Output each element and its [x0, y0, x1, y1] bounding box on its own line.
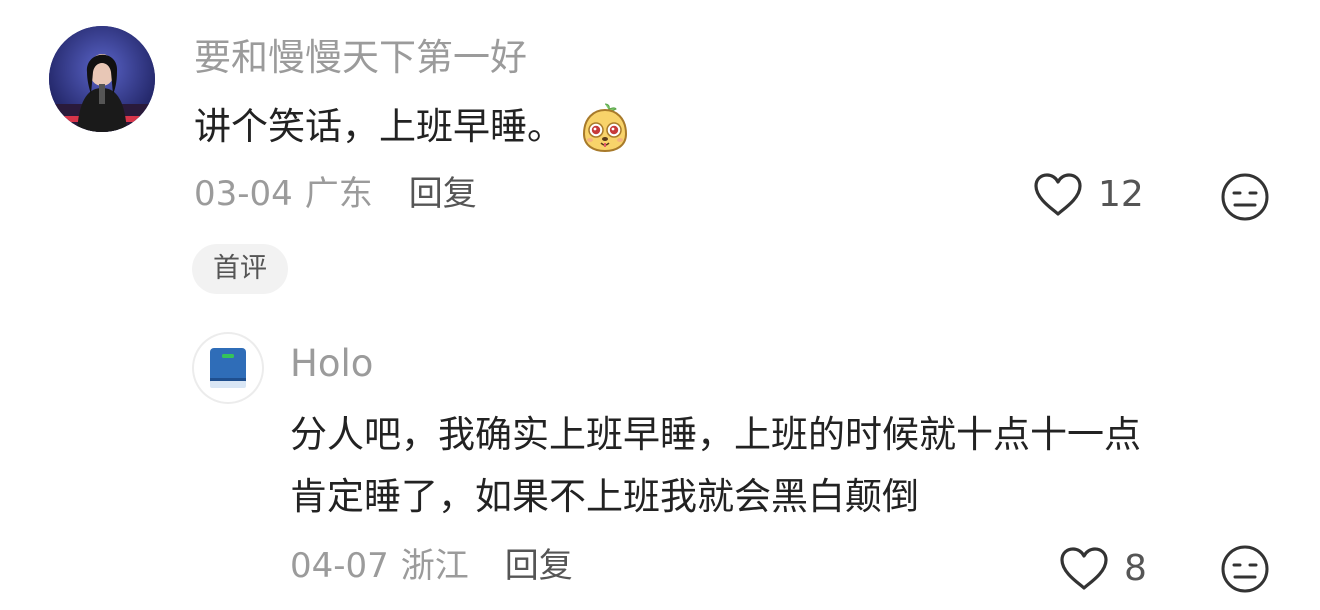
reply-meta: 04-07 浙江 回复: [290, 544, 573, 588]
first-comment-badge: 首评: [192, 244, 288, 294]
reply-date: 04-07: [290, 546, 389, 586]
comment-meta: 03-04 广东 回复: [194, 172, 477, 216]
dislike-button[interactable]: [1220, 172, 1270, 222]
neutral-face-icon: [1221, 545, 1269, 593]
heart-outline-icon: [1034, 173, 1082, 216]
comment-text-content: 讲个笑话，上班早睡。: [194, 105, 564, 148]
like-count: 12: [1098, 174, 1144, 215]
reply-like-button[interactable]: 8: [1058, 546, 1147, 592]
dog-face-sticker: [578, 100, 632, 154]
reply-region: 浙江: [400, 546, 469, 586]
comment-date: 03-04: [194, 174, 293, 214]
comment-region: 广东: [304, 174, 373, 214]
comment-username[interactable]: 要和慢慢天下第一好: [194, 34, 527, 82]
reply-text-line: 分人吧，我确实上班早睡，上班的时候就十点十一点: [290, 413, 1141, 456]
reply-user-avatar[interactable]: [192, 332, 264, 404]
reply-text: 分人吧，我确实上班早睡，上班的时候就十点十一点 肯定睡了，如果不上班我就会黑白颠…: [290, 404, 1270, 528]
avatar-photo: [49, 26, 155, 132]
book-icon: [210, 348, 246, 388]
heart-outline-icon: [1060, 547, 1108, 590]
reply-button[interactable]: 回复: [409, 172, 477, 216]
comment-text: 讲个笑话，上班早睡。: [194, 100, 632, 154]
reply-text-line: 肯定睡了，如果不上班我就会黑白颠倒: [290, 475, 919, 518]
reply-username[interactable]: Holo: [290, 340, 373, 388]
user-avatar[interactable]: [49, 26, 155, 132]
neutral-face-icon: [1221, 173, 1269, 221]
like-button[interactable]: 12: [1032, 172, 1144, 218]
reply-reply-button[interactable]: 回复: [505, 544, 573, 588]
reply-like-count: 8: [1124, 548, 1147, 589]
reply-dislike-button[interactable]: [1220, 544, 1270, 594]
